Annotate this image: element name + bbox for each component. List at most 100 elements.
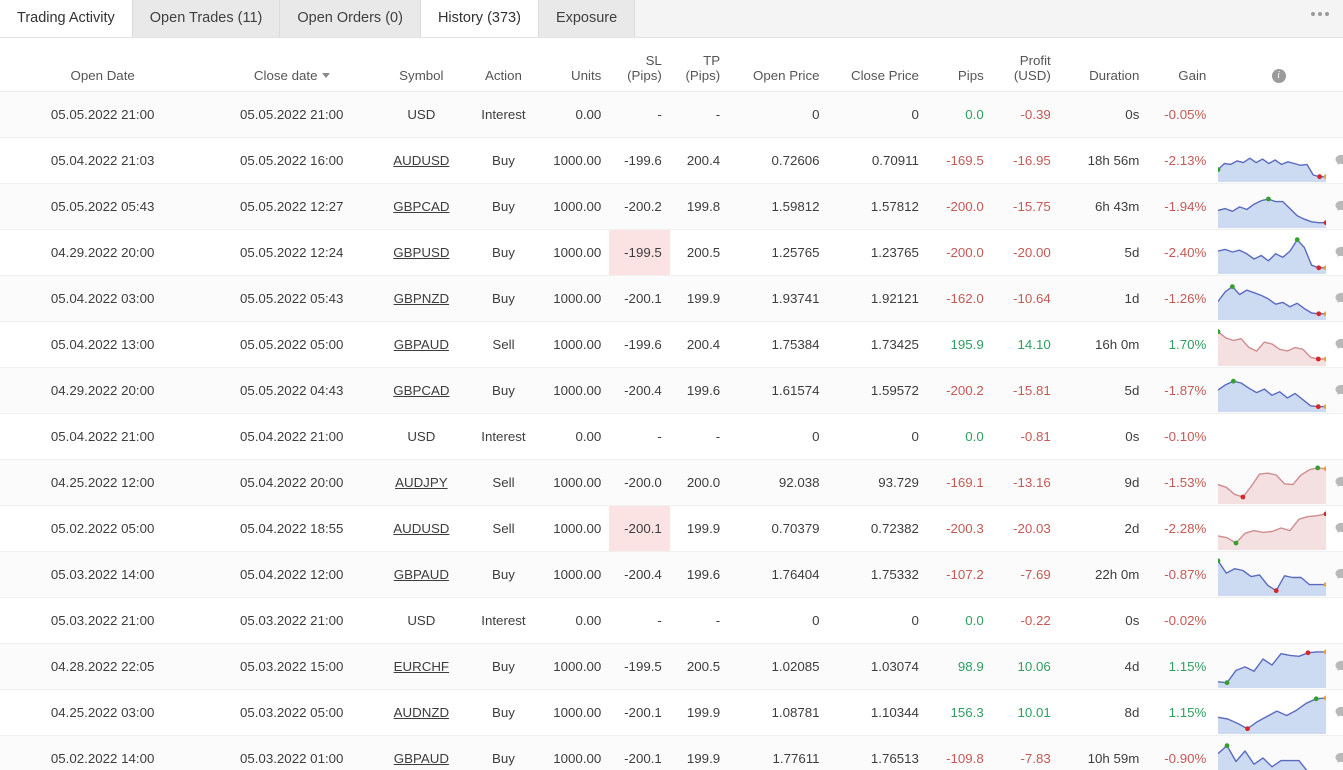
close-price-value: 1.76513 [870, 750, 919, 766]
tab-trading-activity[interactable]: Trading Activity [0, 0, 133, 37]
column-header-profit-line1: Profit [1019, 52, 1051, 68]
sl-pips-value: -200.2 [624, 198, 662, 214]
cell-gain: -1.94% [1147, 183, 1215, 230]
symbol-value[interactable]: EURCHF [394, 659, 449, 674]
table-row[interactable]: 05.04.2022 21:00 05.04.2022 21:00 USD Inter… [0, 413, 1343, 460]
tab-open-orders-0[interactable]: Open Orders (0) [280, 0, 421, 37]
column-header-open_date[interactable]: Open Date [0, 38, 206, 92]
tab-open-trades-11[interactable]: Open Trades (11) [132, 0, 281, 37]
comment-icon[interactable] [1334, 659, 1343, 674]
symbol-value[interactable]: GBPUSD [393, 245, 449, 260]
table-row[interactable]: 04.25.2022 03:00 05.03.2022 05:00 AUDNZD Bu… [0, 689, 1343, 736]
cell-units: 1000.00 [542, 367, 610, 414]
symbol-value[interactable]: GBPAUD [394, 337, 449, 352]
comment-icon[interactable] [1334, 199, 1343, 214]
comment-icon[interactable] [1334, 705, 1343, 720]
symbol-value[interactable]: GBPCAD [393, 383, 449, 398]
tp-pips-value: - [715, 428, 721, 444]
cell-open-date: 05.04.2022 21:00 [0, 413, 206, 460]
pips-value: -169.5 [946, 152, 984, 168]
comment-icon[interactable] [1334, 521, 1343, 536]
pips-value: -200.3 [946, 520, 984, 536]
tab-history-373[interactable]: History (373) [420, 0, 539, 37]
symbol-value[interactable]: GBPNZD [394, 291, 449, 306]
comment-icon[interactable] [1334, 337, 1343, 352]
cell-open-date: 05.04.2022 21:03 [0, 137, 206, 184]
table-row[interactable]: 05.03.2022 14:00 05.04.2022 12:00 GBPAUD Bu… [0, 551, 1343, 598]
symbol-value: USD [407, 106, 436, 122]
cell-open-date: 05.03.2022 14:00 [0, 551, 206, 598]
symbol-value[interactable]: GBPAUD [394, 567, 449, 582]
column-header-chart[interactable]: i [1214, 38, 1343, 92]
cell-symbol: GBPAUD [378, 321, 465, 368]
trade-sparkline-chart [1218, 276, 1327, 320]
table-row[interactable]: 05.02.2022 05:00 05.04.2022 18:55 AUDUSD Se… [0, 505, 1343, 552]
symbol-value[interactable]: AUDJPY [395, 475, 447, 490]
table-row[interactable]: 05.02.2022 14:00 05.03.2022 01:00 GBPAUD Bu… [0, 735, 1343, 770]
table-row[interactable]: 04.29.2022 20:00 05.05.2022 04:43 GBPCAD Bu… [0, 367, 1343, 414]
gain-value: -0.10% [1164, 428, 1207, 444]
symbol-value[interactable]: AUDNZD [394, 705, 449, 720]
column-header-tp[interactable]: TP (Pips) [669, 38, 729, 92]
column-header-sl[interactable]: SL (Pips) [609, 38, 670, 92]
column-header-close_price[interactable]: Close Price [827, 38, 927, 92]
table-row[interactable]: 05.03.2022 21:00 05.03.2022 21:00 USD Inter… [0, 597, 1343, 644]
column-header-close_date[interactable]: Close date [205, 38, 379, 92]
comment-icon[interactable] [1334, 475, 1343, 490]
duration-value: 1d [1124, 290, 1140, 306]
cell-tp-pips: 199.9 [669, 505, 729, 552]
cell-open-date: 05.03.2022 21:00 [0, 597, 206, 644]
gain-value: 1.15% [1168, 658, 1207, 674]
cell-close-date: 05.04.2022 21:00 [205, 413, 379, 460]
column-header-gain[interactable]: Gain [1147, 38, 1215, 92]
gain-value: -1.94% [1164, 198, 1207, 214]
info-icon[interactable]: i [1271, 68, 1286, 83]
sort-descending-icon[interactable] [321, 73, 330, 79]
column-header-duration[interactable]: Duration [1058, 38, 1148, 92]
sl-pips-value: -200.4 [624, 382, 662, 398]
action-value: Buy [491, 244, 515, 260]
units-value: 0.00 [575, 106, 602, 122]
open-price-value: 0 [812, 428, 820, 444]
tp-pips-value: - [715, 612, 721, 628]
comment-icon[interactable] [1334, 291, 1343, 306]
cell-tp-pips: 199.9 [669, 275, 729, 322]
comment-icon[interactable] [1334, 245, 1343, 260]
action-value: Interest [481, 106, 526, 122]
profit-value: -0.39 [1020, 106, 1051, 122]
cell-open-price: 0.70379 [728, 505, 828, 552]
table-row[interactable]: 04.28.2022 22:05 05.03.2022 15:00 EURCHF Bu… [0, 643, 1343, 690]
table-row[interactable]: 05.04.2022 21:03 05.05.2022 16:00 AUDUSD Bu… [0, 137, 1343, 184]
table-row[interactable]: 05.04.2022 03:00 05.05.2022 05:43 GBPNZD Bu… [0, 275, 1343, 322]
comment-icon[interactable] [1334, 567, 1343, 582]
column-header-action[interactable]: Action [464, 38, 543, 92]
cell-pips: 195.9 [926, 321, 992, 368]
symbol-value[interactable]: GBPCAD [393, 199, 449, 214]
cell-units: 1000.00 [542, 689, 610, 736]
symbol-value[interactable]: AUDUSD [393, 521, 449, 536]
comment-icon[interactable] [1334, 153, 1343, 168]
close-price-value: 1.23765 [870, 244, 919, 260]
trade-sparkline-chart [1218, 736, 1326, 770]
comment-icon[interactable] [1334, 751, 1343, 766]
column-header-profit[interactable]: Profit (USD) [991, 38, 1059, 92]
column-header-symbol[interactable]: Symbol [378, 38, 465, 92]
column-header-sl-line1: SL [645, 52, 662, 68]
column-header-units[interactable]: Units [542, 38, 610, 92]
comment-icon[interactable] [1334, 383, 1343, 398]
symbol-value[interactable]: GBPAUD [394, 751, 449, 766]
cell-open-price: 1.93741 [728, 275, 828, 322]
cell-open-price: 0 [728, 91, 828, 138]
column-header-pips[interactable]: Pips [926, 38, 992, 92]
tab-exposure[interactable]: Exposure [538, 0, 636, 37]
column-header-open_price[interactable]: Open Price [728, 38, 828, 92]
symbol-value[interactable]: AUDUSD [393, 153, 449, 168]
cell-pips: -200.0 [926, 183, 992, 230]
table-row[interactable]: 05.04.2022 13:00 05.05.2022 05:00 GBPAUD Se… [0, 321, 1343, 368]
table-row[interactable]: 05.05.2022 05:43 05.05.2022 12:27 GBPCAD Bu… [0, 183, 1343, 230]
table-row[interactable]: 04.25.2022 12:00 05.04.2022 20:00 AUDJPY Se… [0, 459, 1343, 506]
column-header-open_price-label: Open Price [753, 67, 820, 83]
table-row[interactable]: 04.29.2022 20:00 05.05.2022 12:24 GBPUSD Bu… [0, 229, 1343, 276]
table-row[interactable]: 05.05.2022 21:00 05.05.2022 21:00 USD Inter… [0, 91, 1343, 138]
more-options-icon[interactable] [1311, 12, 1329, 16]
